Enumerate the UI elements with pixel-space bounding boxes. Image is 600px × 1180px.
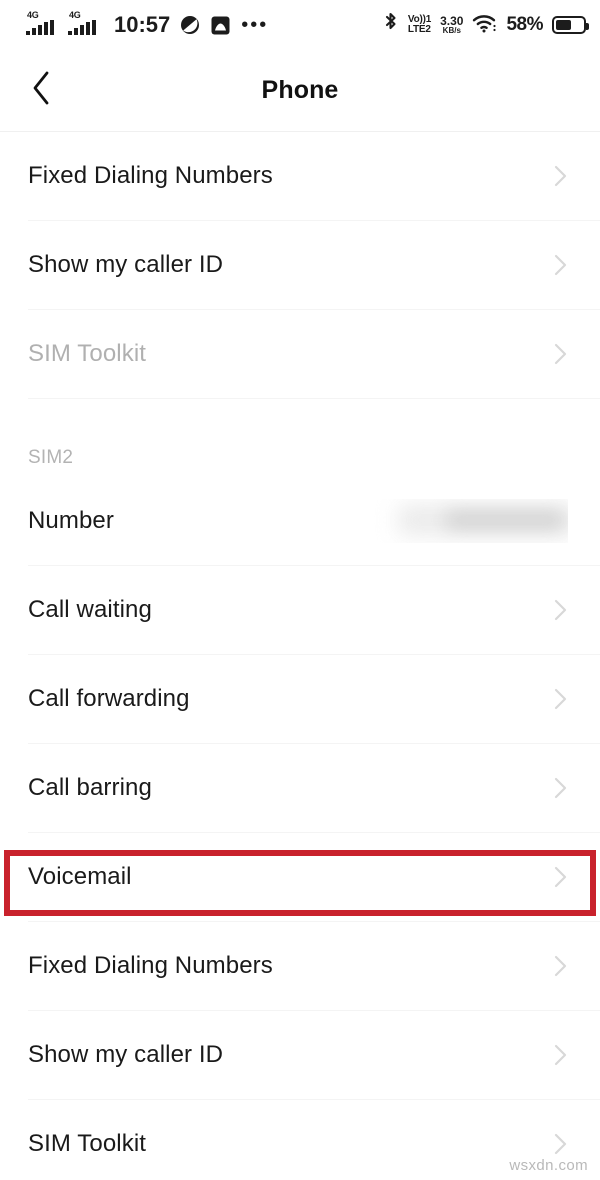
signal-tech-label-sim1: 4G — [27, 10, 39, 20]
list-item[interactable]: Call forwarding — [0, 655, 600, 743]
volte-indicator: Vo))1 LTE2 — [407, 14, 431, 36]
page-title: Phone — [261, 76, 339, 104]
list-item-label: Fixed Dialing Numbers — [28, 162, 273, 189]
battery-percent-label: 58% — [506, 14, 543, 35]
signal-indicator-sim2: 4G — [68, 10, 103, 38]
chevron-right-icon — [552, 951, 570, 981]
watermark: wsxdn.com — [509, 1157, 588, 1174]
chevron-right-icon — [552, 862, 570, 892]
list-item-label: Voicemail — [28, 863, 132, 890]
list-item[interactable]: Number — [0, 477, 600, 565]
wifi-icon — [472, 13, 497, 38]
section-header-label: SIM2 — [28, 447, 74, 468]
moon-icon — [179, 14, 201, 36]
blur-patch-inner — [446, 512, 564, 528]
status-bar-left: 4G 4G 10:57 ••• — [26, 10, 269, 38]
signal-bars-sim2 — [68, 20, 96, 35]
chevron-right-icon — [552, 1129, 570, 1159]
settings-list: Fixed Dialing Numbers Show my caller ID SI… — [0, 132, 600, 1180]
status-bar: 4G 4G 10:57 ••• Vo))1 LTE2 3.30 KB/s 58% — [0, 0, 600, 50]
list-item[interactable]: Fixed Dialing Numbers — [0, 922, 600, 1010]
list-item-label: Call waiting — [28, 596, 152, 623]
list-item-label: Show my caller ID — [28, 251, 224, 278]
list-item[interactable]: Show my caller ID — [0, 221, 600, 309]
chevron-right-icon — [552, 684, 570, 714]
list-item[interactable]: Voicemail — [0, 833, 600, 921]
list-item-label: SIM Toolkit — [28, 340, 147, 367]
chevron-right-icon — [552, 773, 570, 803]
chevron-right-icon — [552, 595, 570, 625]
signal-tech-label-sim2: 4G — [69, 10, 81, 20]
app-bar: Phone — [0, 50, 600, 131]
status-bar-clock: 10:57 — [114, 12, 171, 37]
battery-icon — [552, 16, 589, 34]
list-item-label: Call barring — [28, 774, 152, 801]
sim-card-icon — [210, 15, 231, 36]
list-item: SIM Toolkit — [0, 310, 600, 398]
bluetooth-icon — [382, 11, 399, 40]
list-item-label: Call forwarding — [28, 685, 190, 712]
list-item[interactable]: Fixed Dialing Numbers — [0, 132, 600, 220]
overflow-dots-icon: ••• — [241, 14, 269, 36]
chevron-right-icon — [552, 250, 570, 280]
list-item-label: Show my caller ID — [28, 1041, 224, 1068]
chevron-right-icon — [552, 161, 570, 191]
back-button[interactable] — [18, 68, 64, 114]
list-item-label: SIM Toolkit — [28, 1130, 147, 1157]
list-item-label: Number — [28, 507, 114, 534]
section-header-sim2: SIM2 — [0, 399, 600, 477]
chevron-left-icon — [28, 68, 54, 113]
redacted-phone-number-value — [328, 499, 568, 543]
chevron-right-icon — [552, 1040, 570, 1070]
signal-indicator-sim1: 4G — [26, 10, 61, 38]
list-item[interactable]: Call barring — [0, 744, 600, 832]
list-item-label: Fixed Dialing Numbers — [28, 952, 273, 979]
list-item[interactable]: Call waiting — [0, 566, 600, 654]
battery-fill — [556, 20, 572, 30]
chevron-right-icon — [552, 339, 570, 369]
volte-line-2: LTE2 — [407, 24, 431, 35]
status-bar-right: Vo))1 LTE2 3.30 KB/s 58% — [382, 0, 589, 50]
data-speed-unit: KB/s — [442, 26, 461, 36]
phone-settings-screen: 4G 4G 10:57 ••• Vo))1 LTE2 3.30 KB/s 58%… — [0, 0, 600, 1180]
signal-bars-sim1 — [26, 20, 54, 35]
data-speed-indicator: 3.30 KB/s — [440, 14, 463, 36]
list-item[interactable]: Show my caller ID — [0, 1011, 600, 1099]
